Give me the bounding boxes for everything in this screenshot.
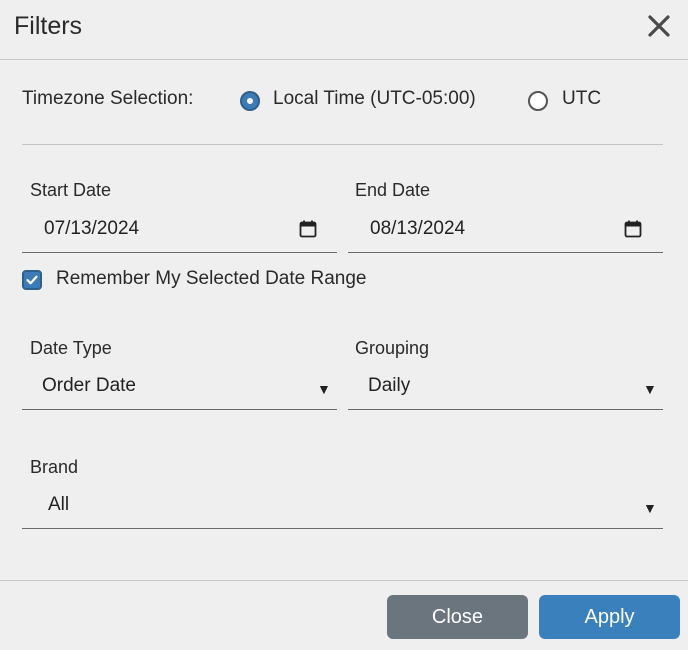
remember-date-range-label[interactable]: Remember My Selected Date Range xyxy=(56,268,366,290)
radio-utc-label[interactable]: UTC xyxy=(562,88,601,110)
date-type-label: Date Type xyxy=(30,338,112,358)
dialog-title: Filters xyxy=(14,12,83,40)
radio-utc[interactable] xyxy=(528,91,548,111)
date-type-value: Order Date xyxy=(42,375,136,396)
grouping-label: Grouping xyxy=(355,338,430,358)
timezone-row: Timezone Selection: Local Time (UTC-05:0… xyxy=(22,86,662,116)
section-divider xyxy=(22,144,663,145)
filters-dialog: Filters Timezone Selection: Local Time (… xyxy=(0,0,688,650)
timezone-label: Timezone Selection: xyxy=(22,88,194,109)
remember-date-range-checkbox[interactable] xyxy=(22,270,42,290)
calendar-icon[interactable] xyxy=(624,220,642,238)
date-type-select[interactable]: Order Date ▼ xyxy=(22,366,337,410)
dialog-footer: Close Apply xyxy=(0,580,688,650)
close-icon[interactable] xyxy=(644,11,674,41)
end-date-value: 08/13/2024 xyxy=(370,218,466,239)
close-button[interactable]: Close xyxy=(387,595,528,639)
radio-local-time-label[interactable]: Local Time (UTC-05:00) xyxy=(273,88,476,110)
brand-value: All xyxy=(48,494,70,515)
brand-label: Brand xyxy=(30,457,79,477)
start-date-value: 07/13/2024 xyxy=(44,218,140,239)
calendar-icon[interactable] xyxy=(299,220,317,238)
chevron-down-icon: ▼ xyxy=(643,500,657,516)
grouping-select[interactable]: Daily ▼ xyxy=(348,366,663,410)
chevron-down-icon: ▼ xyxy=(317,381,331,397)
brand-select[interactable]: All ▼ xyxy=(22,485,663,529)
end-date-input[interactable]: 08/13/2024 xyxy=(348,209,663,253)
apply-button[interactable]: Apply xyxy=(539,595,680,639)
radio-local-time[interactable] xyxy=(240,91,260,111)
start-date-input[interactable]: 07/13/2024 xyxy=(22,209,337,253)
chevron-down-icon: ▼ xyxy=(643,381,657,397)
dialog-header: Filters xyxy=(0,0,688,60)
start-date-label: Start Date xyxy=(30,180,112,200)
grouping-value: Daily xyxy=(368,375,411,396)
end-date-label: End Date xyxy=(355,180,431,200)
